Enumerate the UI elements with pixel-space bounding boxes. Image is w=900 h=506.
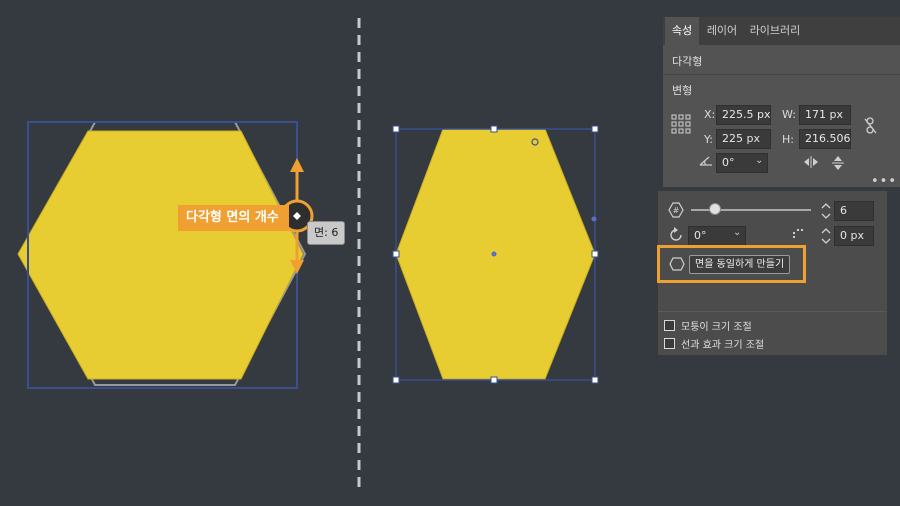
handle-top-right bbox=[591, 125, 599, 133]
handle-top-left bbox=[392, 125, 400, 133]
sides-arrow-up-icon bbox=[290, 158, 304, 172]
y-field[interactable]: 225 px bbox=[716, 129, 771, 149]
scale-strokes-checkbox[interactable] bbox=[664, 337, 675, 349]
handle-middle-left bbox=[392, 250, 400, 258]
left-hexagon[interactable] bbox=[17, 130, 304, 380]
scale-corners-option[interactable]: 모퉁이 크기 조절 bbox=[664, 317, 752, 333]
sides-callout-label: 다각형 면의 개수 bbox=[178, 205, 289, 231]
w-label: W: bbox=[782, 108, 796, 121]
y-label: Y: bbox=[704, 133, 713, 146]
panel-tabs: 속성 레이어 라이브러리 bbox=[663, 17, 900, 45]
popup-divider bbox=[658, 311, 887, 312]
sides-stepper-icon[interactable] bbox=[820, 201, 832, 221]
polygon-sides-icon: # bbox=[668, 202, 684, 218]
right-center-point bbox=[491, 251, 497, 257]
scale-strokes-label: 선과 효과 크기 조절 bbox=[681, 339, 765, 351]
svg-text:#: # bbox=[673, 206, 680, 215]
handle-bottom-center bbox=[490, 376, 498, 384]
x-field[interactable]: 225.5 px bbox=[716, 105, 771, 125]
scale-corners-label: 모퉁이 크기 조절 bbox=[681, 321, 752, 333]
sides-count-field[interactable]: 6 bbox=[834, 201, 874, 221]
handle-middle-right bbox=[591, 250, 599, 258]
reference-point-icon[interactable] bbox=[671, 114, 691, 134]
handle-bottom-left bbox=[392, 376, 400, 384]
handle-top-center bbox=[490, 125, 498, 133]
scale-corners-checkbox[interactable] bbox=[664, 319, 675, 331]
panel-divider bbox=[663, 74, 900, 75]
corner-radius-icon bbox=[793, 229, 803, 238]
handle-bottom-right bbox=[591, 376, 599, 384]
flip-horizontal-icon[interactable] bbox=[803, 155, 819, 169]
chevron-down-icon[interactable]: ⌄ bbox=[755, 156, 763, 166]
more-options-ellipsis-icon[interactable]: ••• bbox=[871, 175, 897, 188]
rotation-chevron-down-icon[interactable]: ⌄ bbox=[733, 228, 741, 238]
scale-strokes-option[interactable]: 선과 효과 크기 조절 bbox=[664, 335, 764, 351]
right-side-midpoint bbox=[591, 216, 597, 222]
transform-section-title: 변형 bbox=[672, 84, 693, 97]
sides-slider-thumb[interactable] bbox=[709, 203, 721, 215]
tab-properties[interactable]: 속성 bbox=[665, 17, 699, 45]
h-label: H: bbox=[782, 133, 794, 146]
corner-radius-stepper-icon[interactable] bbox=[820, 226, 832, 246]
flip-vertical-icon[interactable] bbox=[831, 155, 845, 171]
w-field[interactable]: 171 px bbox=[799, 105, 851, 125]
properties-panel: 속성 레이어 라이브러리 다각형 변형 X: 225.5 px W: 171 p… bbox=[663, 17, 900, 188]
polygon-rotation-icon bbox=[670, 227, 682, 241]
h-field[interactable]: 216.506 p bbox=[799, 129, 851, 149]
tab-libraries[interactable]: 라이브러리 bbox=[747, 17, 803, 45]
corner-radius-field[interactable]: 0 px bbox=[834, 226, 874, 246]
constrain-proportions-icon[interactable] bbox=[864, 117, 878, 135]
angle-icon bbox=[699, 156, 712, 166]
object-type-label: 다각형 bbox=[672, 55, 703, 68]
sides-count-tooltip: 면: 6 bbox=[307, 221, 346, 245]
tab-layers[interactable]: 레이어 bbox=[703, 17, 741, 45]
x-label: X: bbox=[704, 108, 716, 121]
make-sides-equal-button[interactable]: 면을 동일하게 만들기 bbox=[689, 255, 791, 274]
